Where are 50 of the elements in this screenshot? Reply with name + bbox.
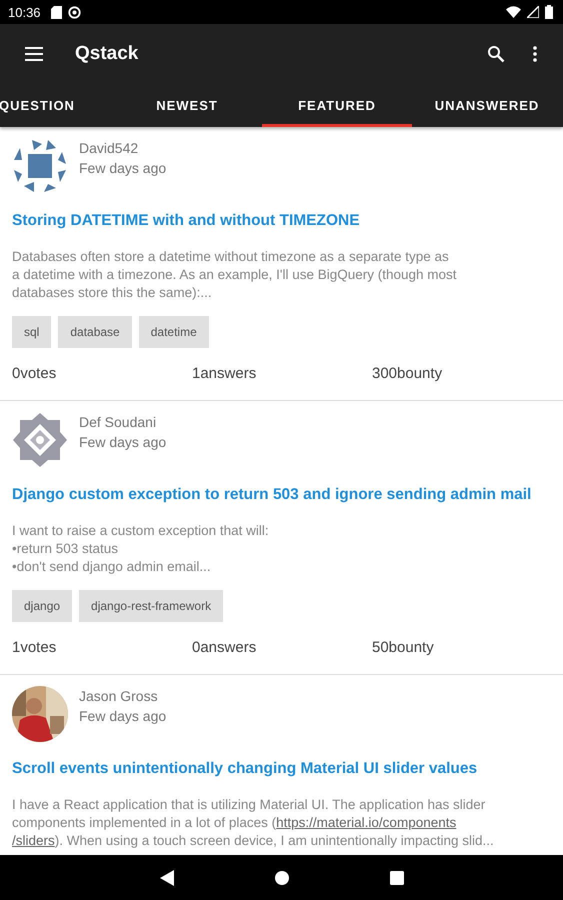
battery-icon <box>545 5 553 19</box>
link[interactable]: https://material.io/components <box>276 815 456 830</box>
answer-count: 0answers <box>192 639 258 656</box>
excerpt-line: Databases often store a datetime without timezone as a separate type as <box>12 248 450 266</box>
post-time: Few days ago <box>79 433 166 452</box>
app-title: Qstack <box>75 43 138 65</box>
tab[interactable]: FEATURED <box>262 84 412 127</box>
tag[interactable]: django <box>12 590 72 622</box>
excerpt-line: a datetime with a timezone. As an example, I'll use BigQuery (though most <box>12 266 458 284</box>
author-name: Jason Gross <box>79 687 159 706</box>
tag[interactable]: sql <box>12 316 52 348</box>
excerpt-line: I have a React application that is utilizing Material UI. The application has slider <box>12 796 486 814</box>
excerpt-line: components implemented in a lot of places (https://material.io/components <box>12 814 458 832</box>
tab[interactable]: NEWEST <box>112 84 262 127</box>
excerpt-line: I want to raise a custom exception that will: <box>12 522 270 540</box>
tab[interactable]: UNANSWERED <box>412 84 562 127</box>
excerpt-line: databases store this the same):... <box>12 284 213 302</box>
excerpt-line: /sliders). When using a touch screen device, I am unintentionally impacting slid... <box>12 832 495 850</box>
question-title[interactable]: Scroll events unintentionally changing Material UI slider values <box>12 760 551 778</box>
wifi-icon <box>506 6 521 18</box>
home-icon[interactable] <box>274 870 290 886</box>
excerpt-line: •return 503 status <box>12 540 120 558</box>
vote-count: 1votes <box>12 639 58 656</box>
sd-card-icon <box>50 6 62 18</box>
author-name: Def Soudani <box>79 413 158 432</box>
menu-icon[interactable] <box>25 47 43 61</box>
bounty-amount: 300bounty <box>372 365 444 382</box>
question-title[interactable]: Django custom exception to return 503 and ignore sending admin mail <box>12 486 551 504</box>
back-icon[interactable] <box>160 870 174 886</box>
more-icon[interactable] <box>533 46 537 62</box>
bounty-amount: 50bounty <box>372 639 435 656</box>
status-time: 10:36 <box>8 4 41 20</box>
avatar-icon <box>12 138 68 194</box>
sync-icon <box>68 6 81 18</box>
post-time: Few days ago <box>79 707 166 726</box>
post-time: Few days ago <box>79 159 166 178</box>
vote-count: 0votes <box>12 365 58 382</box>
tab[interactable]: QUESTION <box>0 84 112 127</box>
answer-count: 1answers <box>192 365 258 382</box>
recents-icon[interactable] <box>390 870 404 884</box>
avatar-icon <box>12 412 68 468</box>
tag[interactable]: django-rest-framework <box>79 590 224 622</box>
tag[interactable]: datetime <box>138 316 209 348</box>
signal-icon <box>527 6 539 18</box>
search-icon[interactable] <box>487 45 505 63</box>
excerpt-line: •don't send django admin email... <box>12 558 212 576</box>
tag[interactable]: database <box>58 316 132 348</box>
author-name: David542 <box>79 139 140 158</box>
link[interactable]: /sliders <box>12 833 55 848</box>
question-title[interactable]: Storing DATETIME with and without TIMEZONE <box>12 212 551 230</box>
